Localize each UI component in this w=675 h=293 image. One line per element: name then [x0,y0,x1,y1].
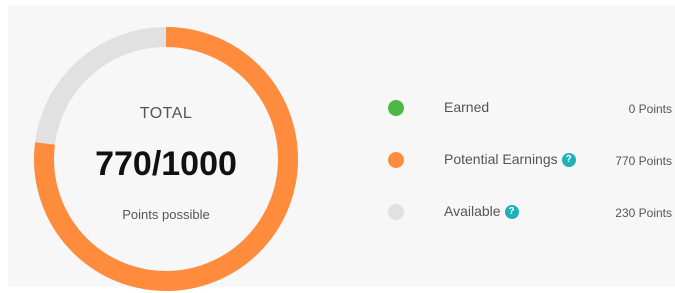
earned-dot [388,100,404,116]
legend-label-potential-earnings: Potential Earnings? [444,151,576,167]
total-label: TOTAL [139,105,193,122]
points-donut-chart: TOTAL 770/1000 Points possible [34,27,298,291]
legend-item-potential-earnings: Potential Earnings? 770 Points [386,148,675,172]
legend-value-available: 230 Points [615,206,672,220]
legend-value-earned: 0 Points [628,102,672,116]
legend-item-earned: Earned 0 Points [386,96,675,120]
potential-dot [388,152,404,168]
legend-label-available: Available? [444,203,519,219]
points-summary-card: TOTAL 770/1000 Points possible Earned 0 … [8,6,675,291]
points-possible-caption: Points possible [122,207,210,222]
legend-item-available: Available? 230 Points [386,200,675,224]
legend-value-potential-earnings: 770 Points [615,154,672,168]
donut-center: TOTAL 770/1000 Points possible [34,27,298,291]
legend-label-earned: Earned [444,99,490,115]
total-value: 770/1000 [95,145,237,183]
available-dot [388,204,404,220]
question-icon[interactable]: ? [561,153,576,167]
question-icon[interactable]: ? [504,205,519,219]
